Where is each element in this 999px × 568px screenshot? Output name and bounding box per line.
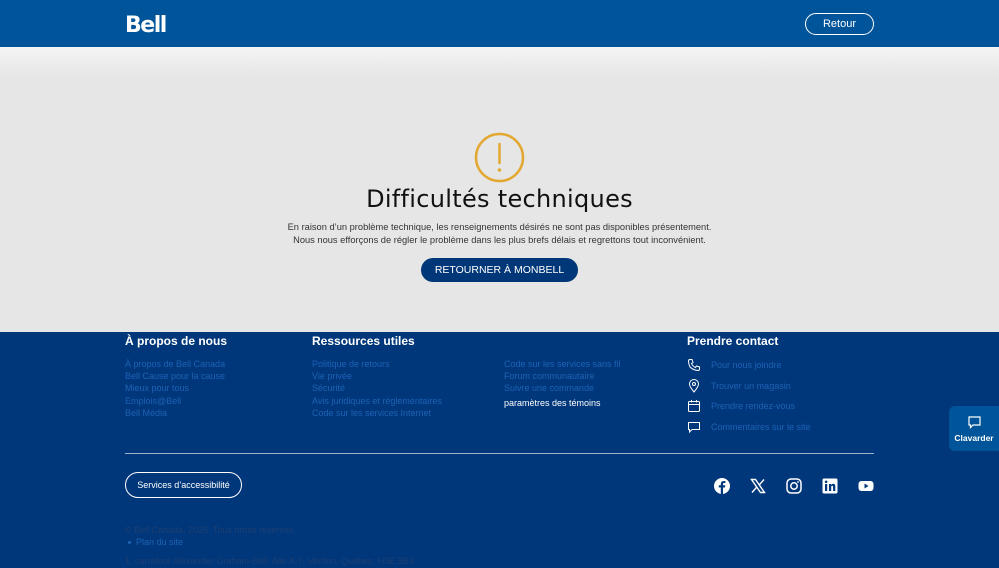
header-shadow (0, 47, 999, 77)
footer-link-wireless-code[interactable]: Code sur les services sans fil (504, 359, 621, 369)
bullet-icon (128, 540, 131, 544)
location-pin-icon (688, 379, 700, 393)
footer-link-security[interactable]: Sécurité (312, 383, 345, 393)
bell-logo[interactable]: Bell (125, 13, 167, 38)
footer-link-about-bell[interactable]: À propos de Bell Canada (125, 359, 225, 369)
linkedin-icon[interactable] (822, 478, 838, 494)
copyright-text: © Bell Canada, 2026. Tous droits réservé… (125, 525, 297, 535)
back-button[interactable]: Retour (805, 13, 874, 35)
footer-link-community-forum[interactable]: Forum communautaire (504, 371, 595, 381)
chat-label: Clavarder (954, 432, 994, 443)
chat-widget-button[interactable]: Clavarder (949, 406, 999, 451)
contact-link-find-store[interactable]: Trouver un magasin (687, 379, 791, 393)
page-title: Difficultés techniques (366, 185, 633, 213)
contact-label: Commentaires sur le site (711, 422, 811, 432)
footer-link-privacy[interactable]: Vie privée (312, 371, 352, 381)
contact-label: Trouver un magasin (711, 381, 791, 391)
company-address: 1, carrefour Alexander-Graham-Bell, Aile… (125, 556, 414, 566)
error-message-line2: Nous nous efforçons de régler le problèm… (293, 235, 706, 245)
accessibility-services-button[interactable]: Services d’accessibilité (125, 472, 242, 498)
youtube-icon[interactable] (858, 478, 874, 494)
return-to-mybell-button[interactable]: RETOURNER À MONBELL (421, 258, 578, 282)
sitemap-link[interactable]: Plan du site (128, 537, 183, 547)
footer-link-better-for-all[interactable]: Mieux pour tous (125, 383, 189, 393)
footer-link-careers[interactable]: Emplois@Bell (125, 396, 181, 406)
facebook-icon[interactable] (714, 478, 730, 494)
instagram-icon[interactable] (786, 478, 802, 494)
sitemap-label: Plan du site (136, 537, 184, 547)
contact-label: Pour nous joindre (711, 360, 782, 370)
contact-link-reach-us[interactable]: Pour nous joindre (687, 358, 782, 372)
footer-link-track-order[interactable]: Suivre une commande (504, 383, 594, 393)
footer-divider (125, 453, 874, 454)
footer-link-bell-media[interactable]: Bell Média (125, 408, 167, 418)
x-icon[interactable] (750, 478, 766, 494)
footer-link-bell-cause[interactable]: Bell Cause pour la cause (125, 371, 225, 381)
footer-link-internet-code[interactable]: Code sur les services Internet (312, 408, 431, 418)
speech-bubble-icon (688, 422, 700, 434)
contact-label: Prendre rendez-vous (711, 401, 796, 411)
footer-link-return-policy[interactable]: Politique de retours (312, 359, 390, 369)
error-message-line1: En raison d’un problème technique, les r… (287, 222, 712, 232)
footer-heading-about: À propos de nous (125, 334, 227, 348)
contact-link-appointment[interactable]: Prendre rendez-vous (687, 399, 795, 413)
chat-icon (967, 415, 981, 429)
exclamation-circle-icon (474, 132, 525, 183)
footer-heading-resources: Ressources utiles (312, 334, 415, 348)
footer-link-legal[interactable]: Avis juridiques et réglementaires (312, 396, 442, 406)
contact-link-feedback[interactable]: Commentaires sur le site (687, 420, 811, 434)
phone-icon (687, 359, 700, 372)
footer-link-cookie-settings[interactable]: paramètres des témoins (504, 398, 601, 408)
calendar-icon (688, 400, 700, 412)
footer-heading-contact: Prendre contact (687, 334, 779, 348)
